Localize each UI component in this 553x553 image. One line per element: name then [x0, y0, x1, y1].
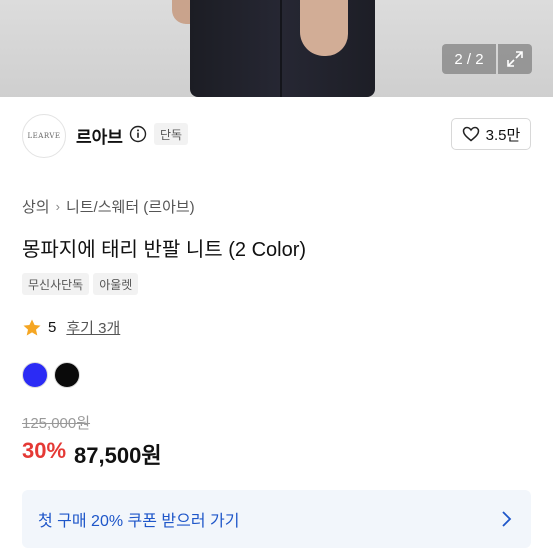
badge-musinsa-exclusive: 무신사단독	[22, 273, 90, 295]
breadcrumb: 상의 › 니트/스웨터 (르아브)	[22, 196, 195, 217]
coupon-label: 첫 구매 20% 쿠폰 받으러 가기	[38, 513, 240, 530]
expand-icon	[507, 51, 523, 67]
breadcrumb-category[interactable]: 상의	[22, 196, 50, 217]
model-hand-right	[300, 0, 348, 56]
breadcrumb-subcategory[interactable]: 니트/스웨터 (르아브)	[66, 196, 195, 217]
pants-seam	[280, 0, 282, 97]
brand-logo[interactable]: LEARVE	[22, 114, 66, 158]
color-swatch-black[interactable]	[54, 362, 80, 388]
star-icon	[23, 319, 41, 335]
review-link[interactable]: 후기 3개	[66, 317, 120, 338]
product-image[interactable]: 2 / 2	[0, 0, 553, 97]
brand-name[interactable]: 르아브	[76, 123, 123, 148]
product-badges: 무신사단독 아울렛	[22, 273, 139, 295]
coupon-banner[interactable]: 첫 구매 20% 쿠폰 받으러 가기	[22, 490, 531, 548]
discount-rate: 30%	[22, 438, 67, 463]
chevron-right-icon	[502, 511, 512, 527]
rating-score: 5	[48, 319, 57, 336]
badge-outlet: 아울렛	[93, 273, 139, 295]
original-price: 125,000원	[22, 415, 91, 432]
price-row: 30% 87,500원	[22, 438, 162, 470]
product-title: 몽파지에 태리 반팔 니트 (2 Color)	[22, 239, 307, 261]
final-price: 87,500원	[74, 443, 162, 468]
color-swatch-blue[interactable]	[22, 362, 48, 388]
brand-row: LEARVE 르아브 단독 3.5만	[0, 108, 553, 164]
exclusive-tag: 단독	[154, 123, 189, 145]
rating-row: 5 후기 3개	[22, 317, 120, 338]
color-swatches	[22, 362, 80, 388]
like-button[interactable]: 3.5만	[451, 118, 531, 150]
image-counter: 2 / 2	[442, 44, 496, 74]
heart-icon	[462, 126, 479, 142]
info-icon[interactable]	[129, 125, 147, 143]
expand-button[interactable]	[498, 44, 532, 74]
like-count: 3.5만	[485, 126, 521, 144]
chevron-right-icon: ›	[55, 199, 60, 214]
